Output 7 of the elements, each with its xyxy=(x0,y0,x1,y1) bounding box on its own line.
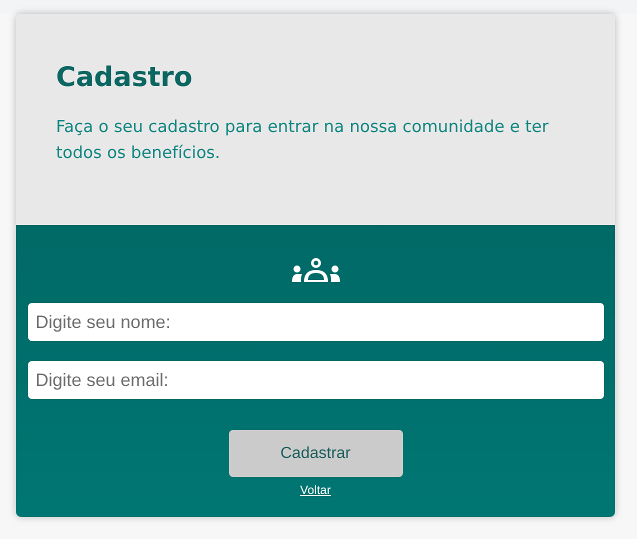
input-field[interactable]: Digite seu nome: xyxy=(28,303,604,341)
group-icon xyxy=(292,258,340,282)
submit-button[interactable]: Cadastrar xyxy=(228,430,402,477)
back-link[interactable]: Voltar xyxy=(300,483,331,497)
card-title: Cadastro xyxy=(56,61,194,95)
input-field[interactable]: Digite seu email: xyxy=(28,361,604,399)
card-subtitle: Faça o seu cadastro para entrar na nossa comunidade e ter todos os benefícios. xyxy=(56,116,550,164)
